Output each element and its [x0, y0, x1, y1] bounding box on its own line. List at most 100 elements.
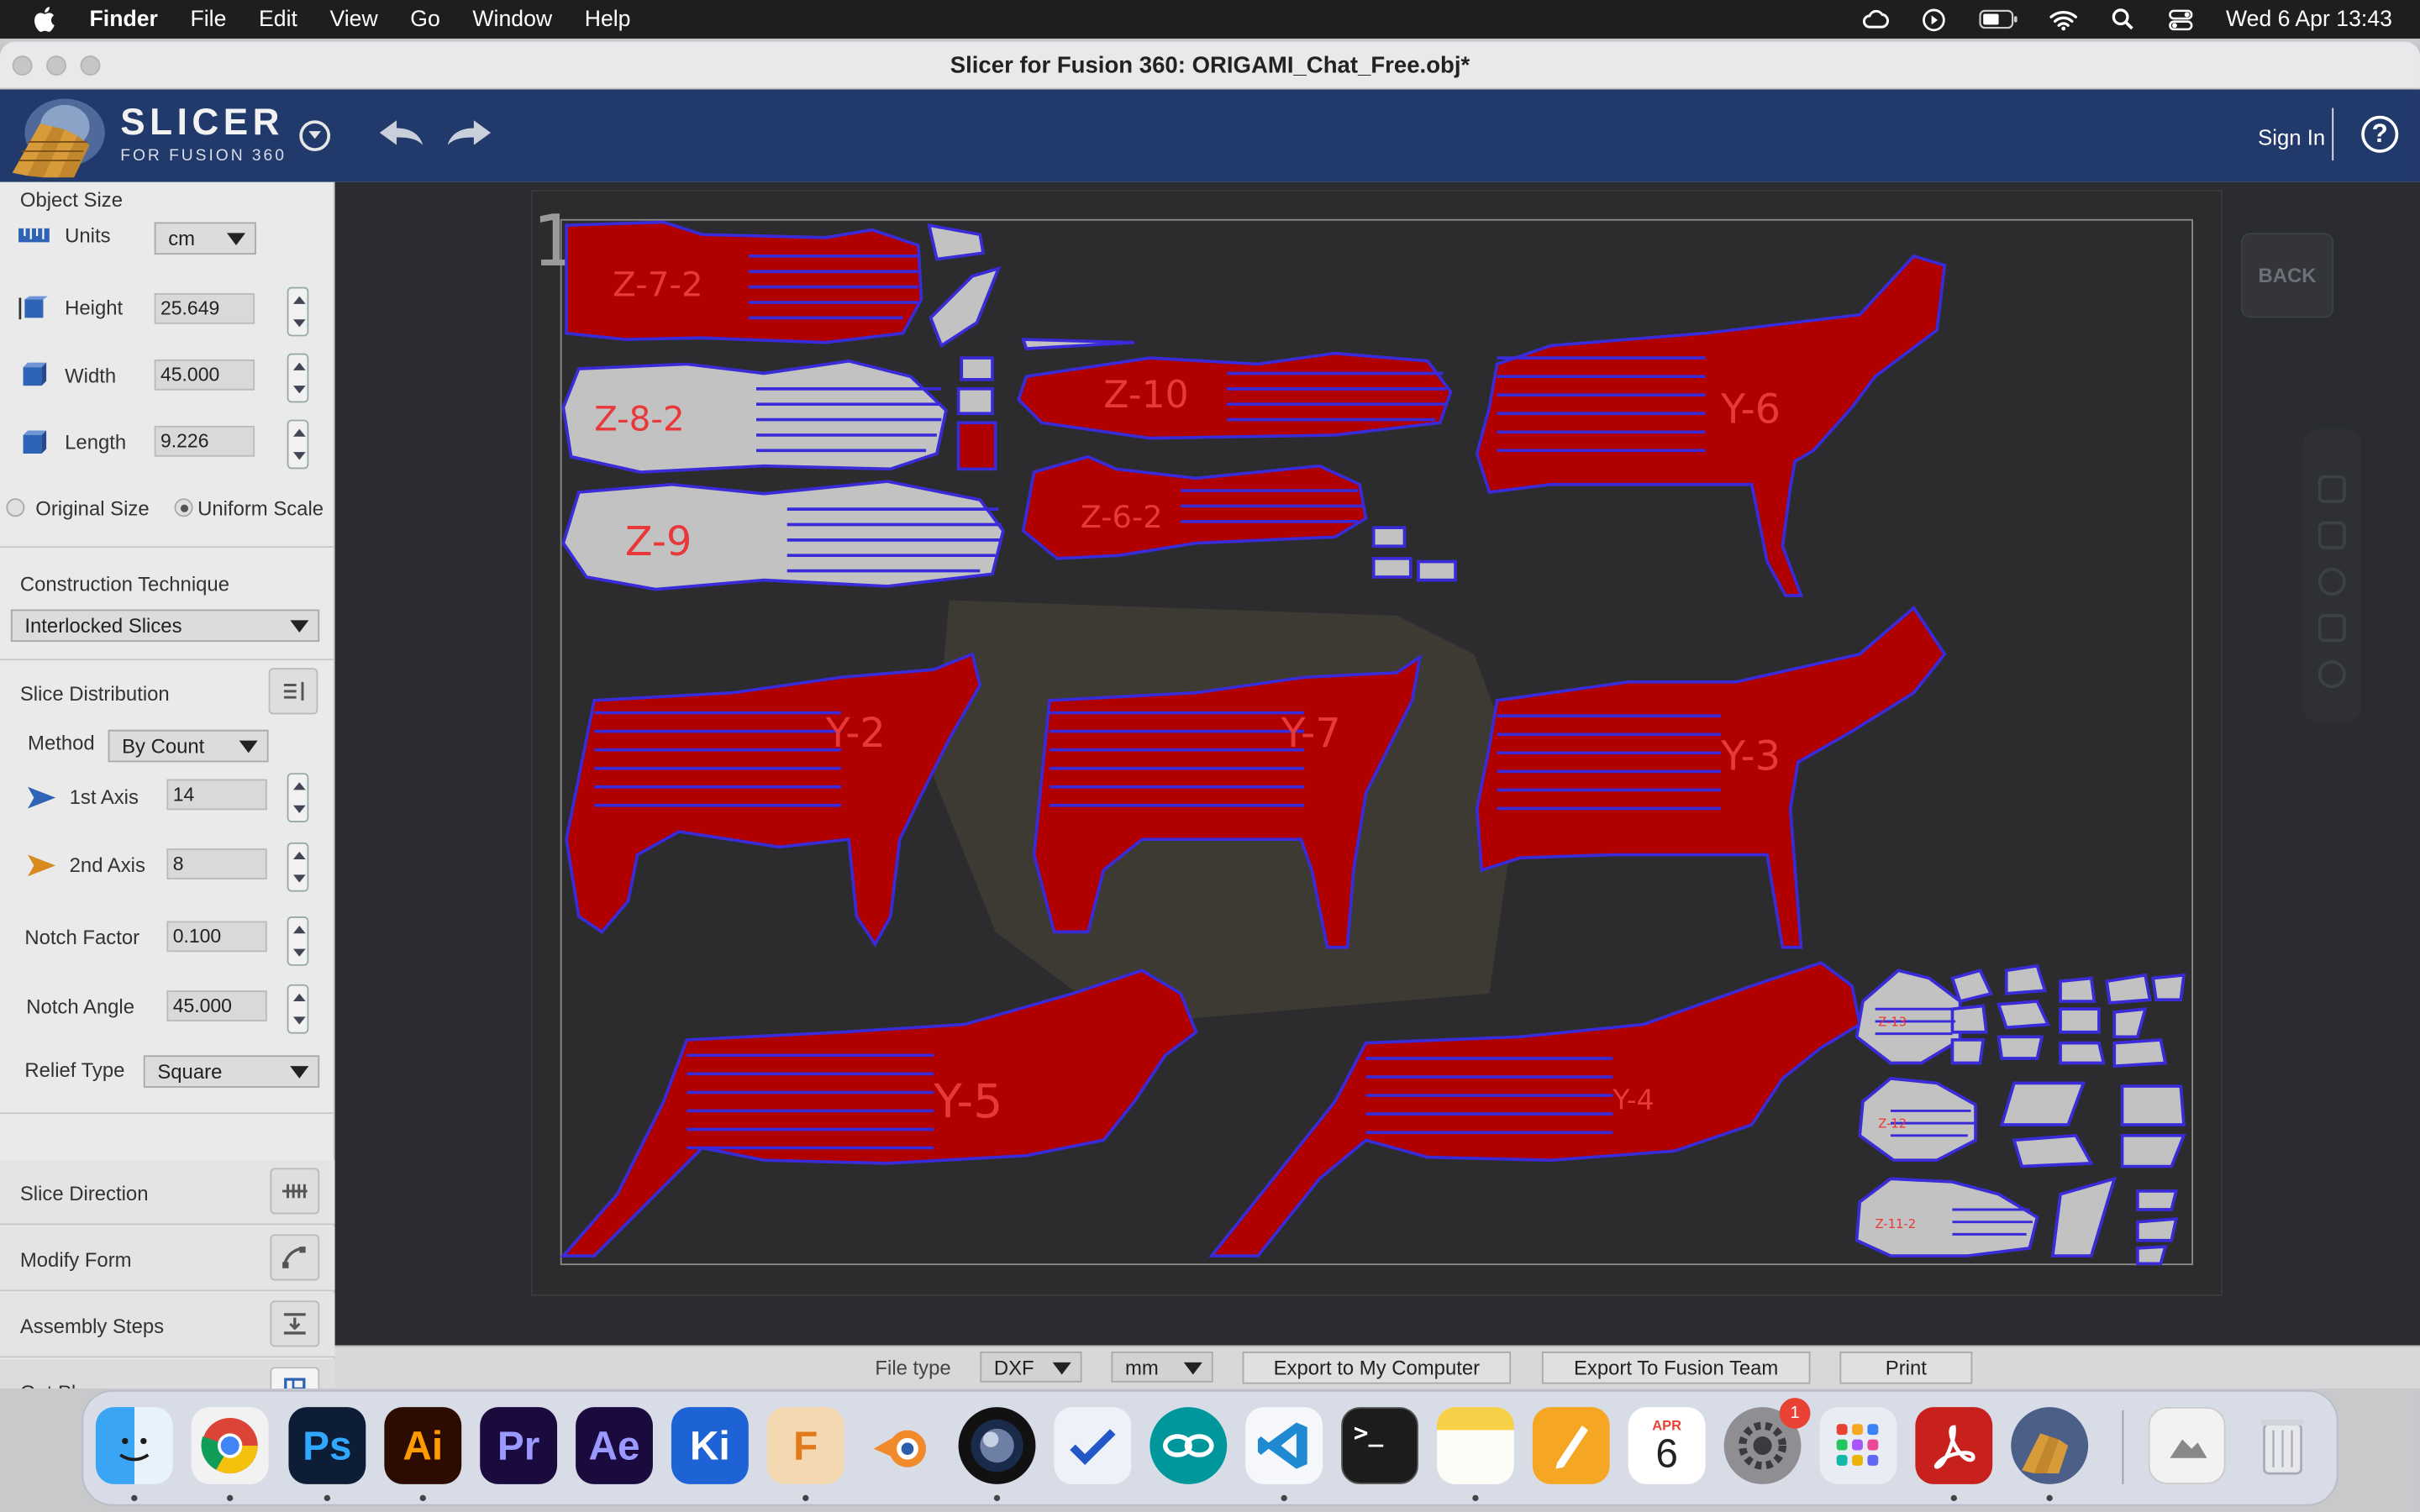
export-to-computer-button[interactable]: Export to My Computer: [1242, 1351, 1512, 1384]
undo-button[interactable]: [376, 118, 426, 160]
uniform-scale-label: Uniform Scale: [197, 496, 324, 520]
back-view-button[interactable]: BACK: [2240, 233, 2334, 318]
cut-sheet[interactable]: 1 Z-7-2 Z-8-2 Z-9 Z-10 Z-6-2 Y-6 Y-2 Y-7…: [530, 189, 2223, 1296]
fusion-360-app-icon[interactable]: F: [766, 1407, 844, 1484]
view-cube-icon[interactable]: [2317, 660, 2346, 689]
menu-app-finder[interactable]: Finder: [90, 7, 158, 31]
menu-file[interactable]: File: [190, 7, 226, 31]
battery-icon[interactable]: [1979, 8, 2019, 30]
sign-in-link[interactable]: Sign In: [2258, 125, 2325, 150]
axis2-label: 2nd Axis: [69, 853, 145, 877]
height-field[interactable]: 25.649: [154, 292, 255, 324]
axis1-stepper[interactable]: [287, 773, 309, 822]
slice-direction-section[interactable]: Slice Direction: [0, 1160, 335, 1226]
blender-app-icon[interactable]: [863, 1407, 940, 1484]
assembly-steps-button[interactable]: [270, 1300, 320, 1347]
zoom-icon[interactable]: [2317, 567, 2346, 596]
cinema-4d-app-icon[interactable]: [958, 1407, 1036, 1484]
units-select[interactable]: cm: [154, 222, 256, 255]
running-indicator: [993, 1494, 1001, 1502]
axis1-field[interactable]: 14: [166, 779, 267, 811]
minimize-window-button[interactable]: [46, 55, 66, 76]
uniform-scale-radio[interactable]: [174, 498, 193, 517]
menu-go[interactable]: Go: [410, 7, 440, 31]
menu-window[interactable]: Window: [472, 7, 552, 31]
export-to-fusion-team-button[interactable]: Export To Fusion Team: [1541, 1351, 1811, 1384]
width-stepper[interactable]: [287, 353, 309, 403]
orbit-icon[interactable]: [2317, 475, 2346, 503]
relief-type-select[interactable]: Square: [143, 1055, 320, 1088]
get-plans-button[interactable]: [270, 1367, 320, 1389]
vscode-app-icon[interactable]: [1245, 1407, 1323, 1484]
dock-separator: [2122, 1410, 2124, 1484]
length-field[interactable]: 9.226: [154, 425, 255, 457]
launchpad-app-icon[interactable]: [1819, 1407, 1897, 1484]
toolbox-app-icon[interactable]: [1054, 1407, 1132, 1484]
trash-icon[interactable]: [2244, 1407, 2322, 1484]
acrobat-app-icon[interactable]: [1915, 1407, 1993, 1484]
slice-distribution-button[interactable]: [268, 668, 318, 715]
premiere-app-icon[interactable]: Pr: [480, 1407, 558, 1484]
running-indicator: [131, 1494, 138, 1502]
close-window-button[interactable]: [12, 55, 33, 76]
photoshop-app-icon[interactable]: Ps: [288, 1407, 366, 1484]
system-preferences-app-icon[interactable]: 1: [1723, 1398, 1811, 1484]
blue-axis-arrow-icon: [24, 784, 58, 816]
original-size-radio[interactable]: [6, 498, 25, 517]
modify-form-section[interactable]: Modify Form: [0, 1226, 335, 1292]
help-button[interactable]: ?: [2361, 115, 2399, 153]
brand-dropdown-button[interactable]: [299, 120, 331, 151]
height-stepper[interactable]: [287, 286, 309, 337]
construction-technique-select[interactable]: Interlocked Slices: [10, 609, 320, 643]
zoom-window-button[interactable]: [80, 55, 101, 76]
method-select[interactable]: By Count: [108, 729, 269, 763]
export-unit-select[interactable]: mm: [1111, 1351, 1213, 1383]
finder-app-icon[interactable]: [95, 1407, 173, 1484]
layout-viewport[interactable]: 1 Z-7-2 Z-8-2 Z-9 Z-10 Z-6-2 Y-6 Y-2 Y-7…: [334, 181, 2420, 1346]
wifi-icon[interactable]: [2049, 8, 2078, 30]
app-header: SLICER FOR FUSION 360 Sign In ?: [0, 89, 2420, 182]
menu-view[interactable]: View: [329, 7, 377, 31]
after-effects-app-icon[interactable]: Ae: [576, 1407, 653, 1484]
length-stepper[interactable]: [287, 419, 309, 470]
get-plans-section[interactable]: Get Plans: [0, 1359, 335, 1389]
kdenlive-app-icon[interactable]: Ki: [671, 1407, 749, 1484]
window-titlebar: Slicer for Fusion 360: ORIGAMI_Chat_Free…: [0, 41, 2420, 90]
control-center-icon[interactable]: [2167, 8, 2195, 30]
axis2-stepper[interactable]: [287, 842, 309, 892]
pan-hand-icon[interactable]: [2317, 521, 2346, 549]
part-label: Y-4: [1612, 1084, 1654, 1116]
calendar-app-icon[interactable]: APR 6: [1628, 1407, 1706, 1484]
file-type-select[interactable]: DXF: [980, 1351, 1082, 1383]
illustrator-app-icon[interactable]: Ai: [384, 1407, 462, 1484]
arduino-app-icon[interactable]: [1150, 1407, 1228, 1484]
creative-cloud-icon[interactable]: [1862, 8, 1890, 30]
notes-app-icon[interactable]: [1436, 1407, 1514, 1484]
notch-factor-field[interactable]: 0.100: [166, 921, 267, 953]
slicer-app-icon[interactable]: [2011, 1407, 2089, 1484]
notch-angle-field[interactable]: 45.000: [166, 990, 267, 1021]
assembly-steps-section[interactable]: Assembly Steps: [0, 1293, 335, 1358]
print-button[interactable]: Print: [1839, 1351, 1973, 1384]
part-label: Y-5: [933, 1074, 1002, 1128]
preview-folder-icon[interactable]: [2148, 1407, 2226, 1484]
chrome-app-icon[interactable]: [191, 1407, 269, 1484]
play-icon[interactable]: [1920, 8, 1948, 31]
menu-help[interactable]: Help: [585, 7, 631, 31]
pages-app-icon[interactable]: [1532, 1407, 1610, 1484]
notch-angle-stepper[interactable]: [287, 984, 309, 1034]
height-cube-icon: [17, 295, 50, 328]
slice-direction-button[interactable]: [270, 1168, 320, 1215]
apple-icon[interactable]: [31, 7, 55, 32]
redo-button[interactable]: [445, 118, 494, 160]
modify-form-button[interactable]: [270, 1234, 320, 1281]
notch-factor-stepper[interactable]: [287, 916, 309, 966]
terminal-app-icon[interactable]: >_: [1341, 1407, 1418, 1484]
fit-view-icon[interactable]: [2317, 614, 2346, 643]
width-label: Width: [65, 364, 117, 388]
menu-clock[interactable]: Wed 6 Apr 13:43: [2226, 7, 2392, 31]
axis2-field[interactable]: 8: [166, 848, 267, 879]
menu-edit[interactable]: Edit: [259, 7, 297, 31]
spotlight-search-icon[interactable]: [2108, 8, 2136, 30]
width-field[interactable]: 45.000: [154, 359, 255, 391]
